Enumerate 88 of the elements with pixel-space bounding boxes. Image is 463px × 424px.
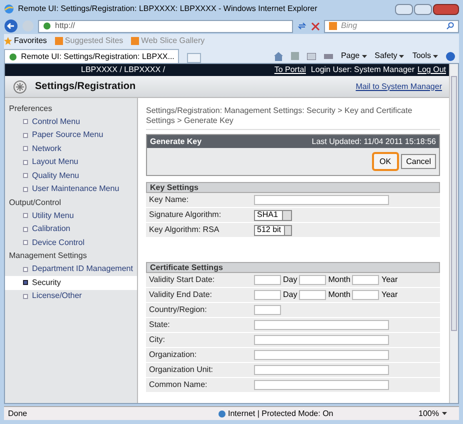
security-zone: Internet | Protected Mode: On xyxy=(228,410,334,418)
field-label: Signature Algorithm: xyxy=(149,211,222,219)
sidebar-item[interactable]: Control Menu xyxy=(5,115,137,128)
input-field[interactable] xyxy=(254,320,389,330)
input-field[interactable] xyxy=(254,365,389,375)
window-title: Remote UI: Settings/Registration: LBPXXXX: LBPXXXX - Windows Internet Explorer xyxy=(18,5,318,13)
select-dropdown[interactable]: 512 bit xyxy=(254,224,292,236)
dialog-button[interactable]: Cancel xyxy=(401,154,436,169)
input-field[interactable] xyxy=(254,380,389,390)
sidebar-heading: Management Settings xyxy=(8,250,88,262)
page-title: Settings/Registration xyxy=(35,82,136,92)
input-field[interactable] xyxy=(254,305,281,315)
scrollbar[interactable] xyxy=(449,64,458,403)
field-label: Organization Unit: xyxy=(149,366,214,374)
sidebar-item[interactable]: Department ID Management xyxy=(5,262,137,276)
logout-link[interactable]: Log Out xyxy=(418,66,446,74)
zoom-level[interactable]: 100% xyxy=(418,410,455,418)
field-unit: Month xyxy=(327,291,352,299)
sidebar-heading: Preferences xyxy=(8,102,54,114)
input-field[interactable] xyxy=(254,290,281,300)
favorites-link[interactable]: Favorites xyxy=(4,36,47,44)
sidebar-item[interactable]: Device Control xyxy=(5,236,137,250)
input-field[interactable] xyxy=(352,275,380,285)
sidebar-item[interactable]: Network xyxy=(5,142,137,156)
command-menu[interactable]: Safety xyxy=(374,52,404,60)
select-dropdown[interactable]: SHA1 xyxy=(254,210,292,220)
field-label: Key Algorithm: RSA xyxy=(149,226,220,234)
field-label: Country/Region: xyxy=(149,306,208,314)
browser-icon xyxy=(4,4,14,14)
field-label: Organization: xyxy=(149,351,198,359)
field-label: Key Name: xyxy=(149,196,190,204)
mail-link[interactable]: Mail to System Manager xyxy=(356,82,442,90)
sidebar-heading: Output/Control xyxy=(8,196,62,209)
back-icon xyxy=(4,19,18,33)
field-unit: Day xyxy=(282,276,298,284)
sidebar-item[interactable]: Calibration xyxy=(5,222,137,236)
field-unit: Month xyxy=(327,276,352,284)
sidebar-item[interactable]: Security xyxy=(5,276,137,290)
device-name: LBPXXXX / LBPXXXX / xyxy=(81,66,166,74)
minimize-button[interactable] xyxy=(395,4,413,14)
sidebar-item[interactable]: Utility Menu xyxy=(5,209,137,222)
command-menu[interactable]: Page xyxy=(340,52,367,60)
sidebar-item[interactable]: License/Other xyxy=(5,290,137,303)
caret-icon xyxy=(362,54,367,58)
home-icon xyxy=(274,52,283,60)
field-unit: Year xyxy=(380,276,399,284)
field-label: Validity End Date: xyxy=(149,291,213,299)
sidebar-item[interactable]: Paper Source Menu xyxy=(5,128,137,142)
field-label: State: xyxy=(149,321,171,329)
address-field[interactable]: http:// xyxy=(38,20,293,32)
caret-icon xyxy=(433,54,438,58)
input-field[interactable] xyxy=(254,350,389,360)
last-updated: Last Updated: 11/04 2011 15:18:56 xyxy=(312,138,436,146)
maximize-button[interactable] xyxy=(414,4,432,14)
input-field[interactable] xyxy=(254,275,281,285)
field-label: Common Name: xyxy=(149,381,208,389)
browser-tab[interactable]: Remote UI: Settings/Registration: LBPXX... xyxy=(4,49,180,63)
field-label: City: xyxy=(149,336,166,344)
sidebar-item[interactable]: Quality Menu xyxy=(5,169,137,182)
login-user: Login User: System Manager xyxy=(310,66,415,74)
stop-icon xyxy=(311,22,320,30)
field-unit: Year xyxy=(380,291,399,299)
breadcrumb: Settings/Registration: Management Settings: Security > Key and Certificate Settings > Generate Key xyxy=(146,106,440,130)
input-field[interactable] xyxy=(299,275,326,285)
input-field[interactable] xyxy=(352,290,380,300)
input-field[interactable] xyxy=(254,335,389,345)
panel-title: Generate Key xyxy=(150,138,202,146)
dialog-button[interactable]: OK xyxy=(372,152,400,171)
field-label: Validity Start Date: xyxy=(149,276,216,284)
section-header: Certificate Settings xyxy=(146,262,440,273)
search-icon xyxy=(446,22,454,30)
input-field[interactable] xyxy=(254,195,389,205)
refresh-icon xyxy=(297,21,307,31)
command-menu[interactable]: Tools xyxy=(412,52,438,60)
section-header: Key Settings xyxy=(146,182,440,193)
sidebar-item[interactable]: Layout Menu xyxy=(5,156,137,169)
caret-icon xyxy=(442,412,447,415)
search-field[interactable]: Bing xyxy=(324,20,459,32)
gear-icon xyxy=(13,80,27,94)
status-text: Done xyxy=(8,410,28,418)
new-tab-button[interactable] xyxy=(187,53,202,63)
field-unit: Day xyxy=(282,291,298,299)
close-button[interactable] xyxy=(433,4,459,14)
input-field[interactable] xyxy=(299,290,326,300)
portal-link[interactable]: To Portal xyxy=(274,66,306,74)
sidebar-item[interactable]: User Maintenance Menu xyxy=(5,182,137,196)
caret-icon xyxy=(399,54,404,58)
star-icon xyxy=(4,36,12,44)
